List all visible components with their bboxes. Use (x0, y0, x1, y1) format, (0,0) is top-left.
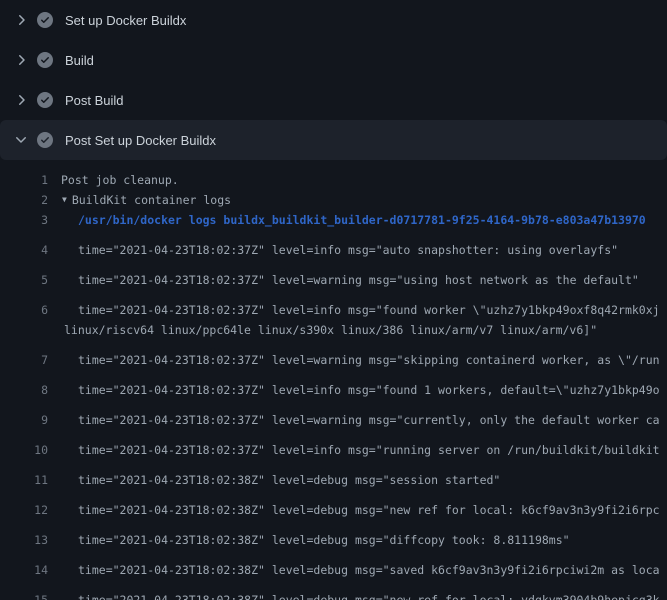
step-label: Build (65, 53, 94, 68)
log-group-title: BuildKit container logs (72, 190, 231, 210)
log-text: linux/riscv64 linux/ppc64le linux/s390x … (48, 320, 597, 340)
line-number[interactable]: 7 (0, 350, 48, 370)
log-command-text: /usr/bin/docker logs buildx_buildkit_bui… (48, 210, 646, 230)
log-line: 9time="2021-04-23T18:02:37Z" level=warni… (0, 400, 667, 430)
line-number[interactable]: 8 (0, 380, 48, 400)
step-build[interactable]: Build (0, 40, 667, 80)
triangle-down-icon: ▼ (62, 190, 67, 210)
log-text: Post job cleanup. (48, 170, 179, 190)
log-line: 6time="2021-04-23T18:02:37Z" level=info … (0, 290, 667, 320)
log-line: 13time="2021-04-23T18:02:38Z" level=debu… (0, 520, 667, 550)
line-number[interactable]: 1 (0, 170, 48, 190)
log-line: 2▼BuildKit container logs (0, 190, 667, 210)
line-number (0, 320, 48, 340)
line-number[interactable]: 11 (0, 470, 48, 490)
log-line: 7time="2021-04-23T18:02:37Z" level=warni… (0, 340, 667, 370)
log-text: time="2021-04-23T18:02:38Z" level=debug … (48, 530, 570, 550)
log-line: 12time="2021-04-23T18:02:38Z" level=debu… (0, 490, 667, 520)
chevron-right-icon (13, 52, 29, 68)
log-line: 4time="2021-04-23T18:02:37Z" level=info … (0, 230, 667, 260)
check-circle-icon (37, 12, 53, 28)
chevron-right-icon (13, 92, 29, 108)
check-circle-icon (37, 52, 53, 68)
log-text: time="2021-04-23T18:02:37Z" level=info m… (48, 380, 660, 400)
log-text: time="2021-04-23T18:02:37Z" level=warnin… (48, 410, 660, 430)
step-post-build[interactable]: Post Build (0, 80, 667, 120)
log-line: 8time="2021-04-23T18:02:37Z" level=info … (0, 370, 667, 400)
step-label: Set up Docker Buildx (65, 13, 186, 28)
log-line: 14time="2021-04-23T18:02:38Z" level=debu… (0, 550, 667, 580)
line-number[interactable]: 6 (0, 300, 48, 320)
log-line: linux/riscv64 linux/ppc64le linux/s390x … (0, 320, 667, 340)
line-number[interactable]: 9 (0, 410, 48, 430)
log-text: time="2021-04-23T18:02:38Z" level=debug … (48, 560, 660, 580)
log-text: time="2021-04-23T18:02:38Z" level=debug … (48, 470, 500, 490)
log-line: 10time="2021-04-23T18:02:37Z" level=info… (0, 430, 667, 460)
line-number[interactable]: 10 (0, 440, 48, 460)
log-output: 1Post job cleanup.2▼BuildKit container l… (0, 160, 667, 600)
line-number[interactable]: 3 (0, 210, 48, 230)
step-set-up-docker-buildx[interactable]: Set up Docker Buildx (0, 0, 667, 40)
step-list: Set up Docker Buildx Build Post Build (0, 0, 667, 160)
line-number[interactable]: 2 (0, 190, 48, 210)
log-line: 15time="2021-04-23T18:02:38Z" level=debu… (0, 580, 667, 600)
line-number[interactable]: 13 (0, 530, 48, 550)
line-number[interactable]: 4 (0, 240, 48, 260)
chevron-down-icon (13, 132, 29, 148)
line-number[interactable]: 12 (0, 500, 48, 520)
log-line: 11time="2021-04-23T18:02:38Z" level=debu… (0, 460, 667, 490)
log-group-toggle[interactable]: ▼BuildKit container logs (48, 190, 231, 210)
check-circle-icon (37, 92, 53, 108)
step-label: Post Set up Docker Buildx (65, 133, 216, 148)
step-label: Post Build (65, 93, 124, 108)
log-line: 5time="2021-04-23T18:02:37Z" level=warni… (0, 260, 667, 290)
line-number[interactable]: 14 (0, 560, 48, 580)
check-circle-icon (37, 132, 53, 148)
log-line: 3/usr/bin/docker logs buildx_buildkit_bu… (0, 210, 667, 230)
log-text: time="2021-04-23T18:02:37Z" level=info m… (48, 300, 660, 320)
log-text: time="2021-04-23T18:02:37Z" level=info m… (48, 440, 660, 460)
step-post-set-up-docker-buildx[interactable]: Post Set up Docker Buildx (0, 120, 667, 160)
log-text: time="2021-04-23T18:02:37Z" level=warnin… (48, 270, 639, 290)
log-line: 1Post job cleanup. (0, 170, 667, 190)
log-text: time="2021-04-23T18:02:38Z" level=debug … (48, 590, 660, 600)
chevron-right-icon (13, 12, 29, 28)
line-number[interactable]: 15 (0, 590, 48, 600)
log-text: time="2021-04-23T18:02:37Z" level=info m… (48, 240, 618, 260)
log-text: time="2021-04-23T18:02:37Z" level=warnin… (48, 350, 660, 370)
actions-log-viewer: Set up Docker Buildx Build Post Build (0, 0, 667, 600)
log-text: time="2021-04-23T18:02:38Z" level=debug … (48, 500, 660, 520)
line-number[interactable]: 5 (0, 270, 48, 290)
